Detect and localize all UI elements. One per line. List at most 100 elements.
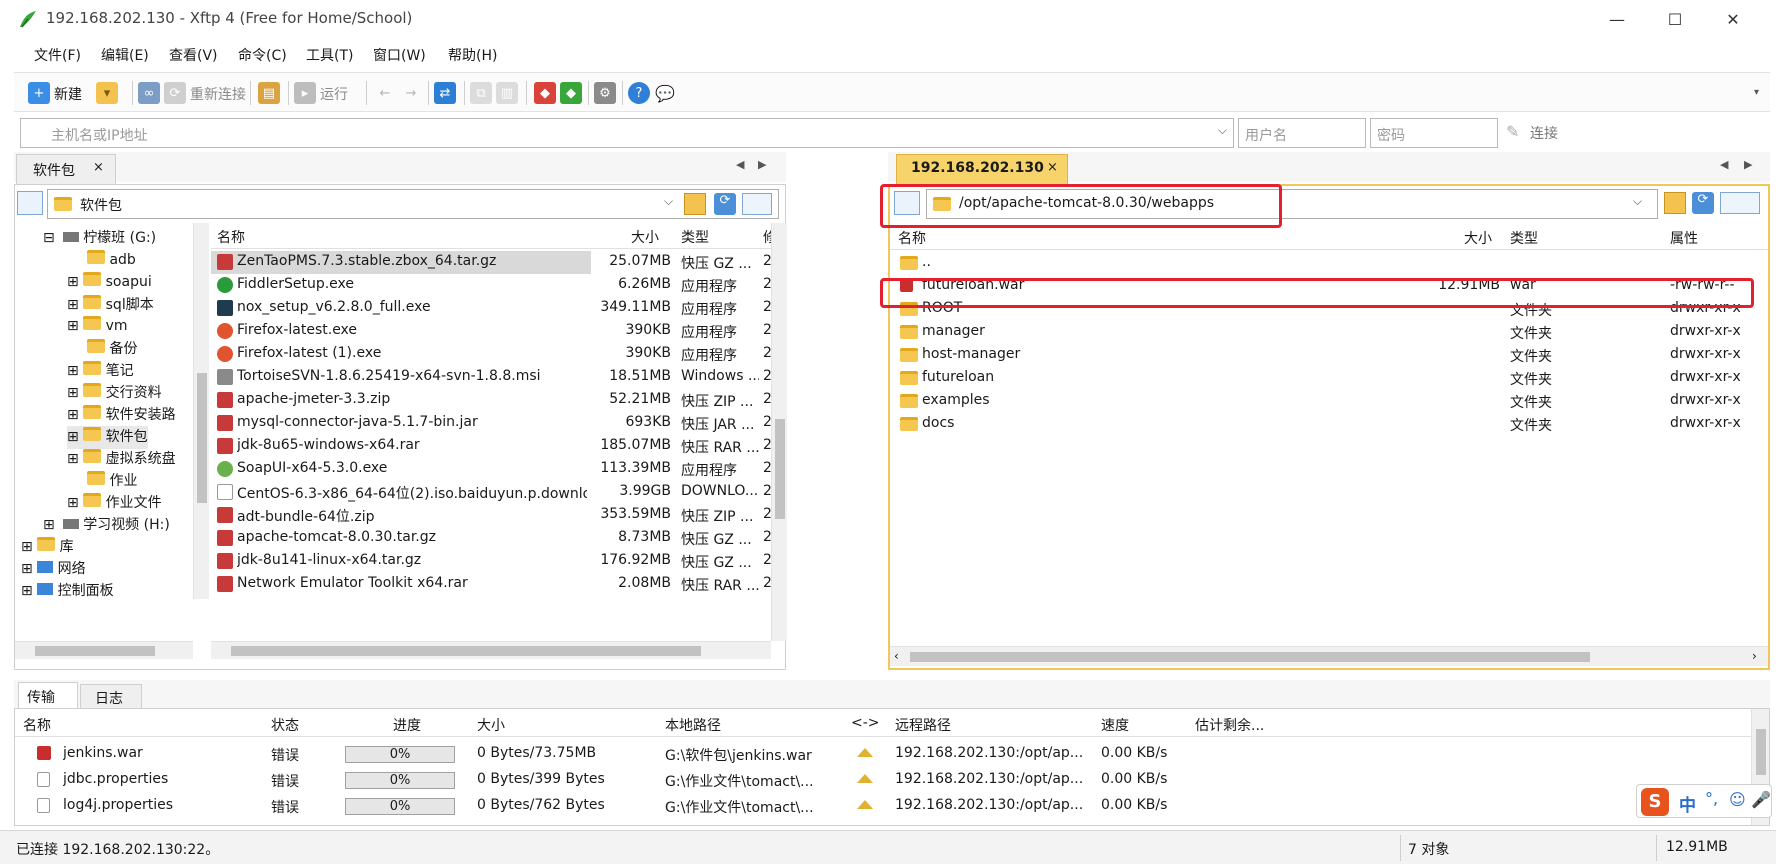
table-row[interactable]: examples 文件夹 drwxr-xr-x [890, 390, 1768, 413]
table-row[interactable]: jdk-8u141-linux-x64.tar.gz 176.92MB 快压 GZ … [211, 550, 771, 573]
column-header[interactable]: 本地路径 [665, 715, 721, 735]
column-header-attributes[interactable]: 属性 [1670, 228, 1698, 248]
connect-button-label[interactable]: 连接 [1530, 123, 1558, 143]
folder-tree-toggle-icon[interactable] [17, 191, 43, 215]
host-input[interactable]: 主机名或IP地址 ⌵ [20, 118, 1234, 148]
left-path-input[interactable]: 软件包 ⌵ ⟳ [47, 189, 779, 219]
column-header-size[interactable]: 大小 [631, 227, 659, 247]
paste-icon[interactable]: ▥ [496, 82, 518, 104]
run-button-label[interactable]: 运行 [320, 84, 348, 104]
scrollbar-thumb[interactable] [1756, 729, 1766, 775]
tree-item-drive-g[interactable]: ⊟ 柠檬班 (G:) [43, 227, 156, 250]
table-row[interactable]: Network Emulator Toolkit x64.rar 2.08MB 快压… [211, 573, 771, 596]
chevron-down-icon[interactable]: ⌵ [664, 194, 673, 209]
tab-scroll-right-icon[interactable]: ▶ [758, 158, 766, 171]
tree-item-drive-h[interactable]: ⊞ 学习视频 (H:) [43, 514, 170, 537]
password-input[interactable]: 密码 [1370, 118, 1498, 148]
scroll-left-icon[interactable]: ‹ [894, 649, 899, 663]
column-header[interactable]: 状态 [271, 715, 299, 735]
view-mode-icon[interactable] [1720, 192, 1760, 214]
tree-item-network[interactable]: ⊞ 网络 [21, 558, 86, 581]
tree-item[interactable]: 作业 [87, 470, 137, 493]
refresh-icon[interactable]: ⟳ [1692, 192, 1714, 214]
right-hscrollbar[interactable]: ‹ › [890, 646, 1768, 666]
column-header[interactable]: 远程路径 [895, 715, 951, 735]
tab-scroll-left-icon[interactable]: ◀ [1720, 158, 1728, 171]
table-row[interactable]: manager 文件夹 drwxr-xr-x [890, 321, 1768, 344]
gear-icon[interactable]: ⚙ [594, 82, 616, 104]
transfer-row[interactable]: jenkins.war 错误 0% 0 Bytes/73.75MB G:\软件包… [15, 743, 1735, 766]
close-button[interactable]: ✕ [1704, 0, 1762, 38]
tab-scroll-left-icon[interactable]: ◀ [736, 158, 744, 171]
table-row[interactable]: host-manager 文件夹 drwxr-xr-x [890, 344, 1768, 367]
ime-emoji-icon[interactable]: ☺ [1729, 790, 1746, 809]
properties-icon[interactable]: ▤ [258, 82, 280, 104]
table-row[interactable]: docs 文件夹 drwxr-xr-x [890, 413, 1768, 436]
copy-icon[interactable]: ⧉ [470, 82, 492, 104]
tree-item[interactable]: ⊞ 虚拟系统盘 [67, 448, 176, 471]
parent-folder-icon[interactable] [1664, 192, 1686, 214]
table-row[interactable]: adt-bundle-64位.zip 353.59MB 快压 ZIP ... 2 [211, 504, 771, 527]
help-icon[interactable]: ? [628, 82, 650, 104]
open-folder-icon[interactable]: ▾ [96, 82, 118, 104]
table-row[interactable]: jdk-8u65-windows-x64.rar 185.07MB 快压 RAR .… [211, 435, 771, 458]
column-header[interactable]: 进度 [393, 715, 421, 735]
menu-view[interactable]: 查看(V) [169, 45, 218, 65]
table-row[interactable]: mysql-connector-java-5.1.7-bin.jar 693KB 快… [211, 412, 771, 435]
scrollbar-thumb[interactable] [35, 646, 155, 656]
xshell-icon[interactable]: ◆ [534, 82, 556, 104]
tree-item[interactable]: ⊞ 交行资料 [67, 382, 162, 405]
scrollbar-thumb[interactable] [231, 646, 701, 656]
tab-log[interactable]: 日志 [80, 684, 142, 708]
table-row[interactable]: SoapUI-x64-5.3.0.exe 113.39MB 应用程序 2 [211, 458, 771, 481]
table-row[interactable]: TortoiseSVN-1.8.6.25419-x64-svn-1.8.8.ms… [211, 366, 771, 389]
column-header-name[interactable]: 名称 [217, 227, 245, 247]
tree-scrollbar[interactable] [193, 223, 209, 599]
view-mode-icon[interactable] [742, 193, 772, 215]
ime-punctuation-icon[interactable]: °, [1705, 789, 1718, 808]
maximize-button[interactable]: ☐ [1646, 0, 1704, 38]
table-row[interactable]: ZenTaoPMS.7.3.stable.zbox_64.tar.gz 25.07… [211, 251, 771, 274]
xftp-icon[interactable]: ◆ [560, 82, 582, 104]
table-row[interactable]: apache-tomcat-8.0.30.tar.gz 8.73MB 快压 GZ .… [211, 527, 771, 550]
tree-item[interactable]: ⊞ 笔记 [67, 360, 134, 383]
file-list-scrollbar[interactable] [771, 223, 787, 641]
tree-item-control-panel[interactable]: ⊞ 控制面板 [21, 580, 114, 599]
file-list-hscrollbar[interactable] [211, 641, 771, 659]
tree-item[interactable]: adb [87, 250, 136, 273]
tree-item[interactable]: 备份 [87, 338, 137, 361]
tab-local-software[interactable]: 软件包 × [16, 154, 116, 184]
tree-hscrollbar[interactable] [15, 641, 193, 659]
menu-file[interactable]: 文件(F) [34, 45, 81, 65]
parent-folder-icon[interactable] [684, 193, 706, 215]
table-row[interactable]: apache-jmeter-3.3.zip 52.21MB 快压 ZIP ... 2 [211, 389, 771, 412]
column-header-size[interactable]: 大小 [1464, 228, 1492, 248]
tab-remote-host[interactable]: 192.168.202.130 × [896, 154, 1068, 184]
back-arrow-icon[interactable]: ← [374, 82, 396, 104]
scrollbar-thumb[interactable] [775, 419, 785, 519]
column-header-type[interactable]: 类型 [1510, 228, 1538, 248]
new-button-label[interactable]: 新建 [54, 84, 82, 104]
table-row[interactable]: nox_setup_v6.2.8.0_full.exe 349.11MB 应用程序 2 [211, 297, 771, 320]
column-header[interactable]: <-> [851, 715, 880, 731]
menu-help[interactable]: 帮助(H) [448, 45, 497, 65]
column-header[interactable]: 估计剩余... [1195, 715, 1264, 735]
table-row[interactable]: .. [890, 252, 1768, 275]
tree-item-selected[interactable]: ⊞ 软件包 [67, 426, 148, 449]
tree-item[interactable]: ⊞ vm [67, 316, 128, 339]
scroll-right-icon[interactable]: › [1752, 649, 1757, 663]
column-header-name[interactable]: 名称 [898, 228, 926, 248]
table-row[interactable]: futureloan 文件夹 drwxr-xr-x [890, 367, 1768, 390]
transfer-row[interactable]: log4j.properties 错误 0% 0 Bytes/762 Bytes… [15, 795, 1735, 818]
table-row[interactable]: Firefox-latest.exe 390KB 应用程序 2 [211, 320, 771, 343]
tab-scroll-right-icon[interactable]: ▶ [1744, 158, 1752, 171]
table-row[interactable]: CentOS-6.3-x86_64-64位(2).iso.baiduyun.p.… [211, 481, 771, 504]
column-header[interactable]: 速度 [1101, 715, 1129, 735]
table-row[interactable]: FiddlerSetup.exe 6.26MB 应用程序 2 [211, 274, 771, 297]
column-header[interactable]: 名称 [23, 715, 51, 735]
scrollbar-thumb[interactable] [910, 652, 1590, 662]
menu-command[interactable]: 命令(C) [238, 45, 287, 65]
chat-bubble-icon[interactable]: 💬 [654, 82, 676, 104]
link-icon[interactable]: ∞ [138, 82, 160, 104]
minimize-button[interactable]: — [1588, 0, 1646, 38]
